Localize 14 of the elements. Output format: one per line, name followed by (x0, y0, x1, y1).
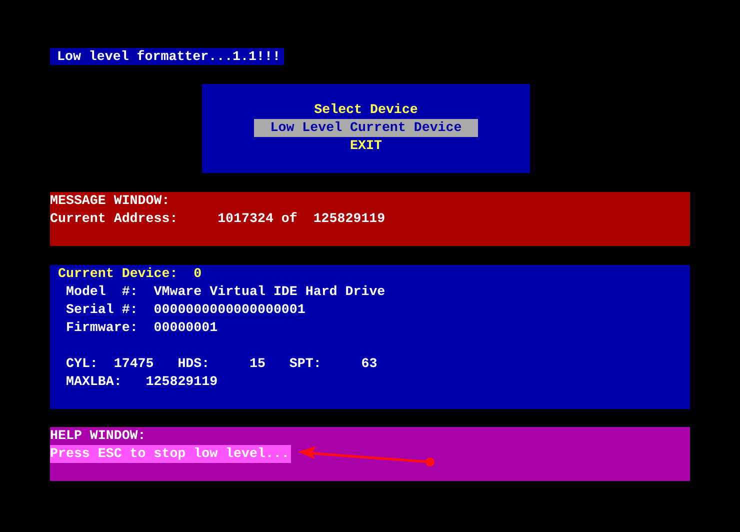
help-heading: HELP WINDOW: (50, 427, 147, 445)
device-info-line: Model #: VMware Virtual IDE Hard Drive (64, 283, 386, 301)
menu-item[interactable]: EXIT (350, 137, 382, 155)
device-info-line: Firmware: 00000001 (64, 319, 219, 337)
device-info-line: Serial #: 0000000000000000001 (64, 301, 306, 319)
help-text: Press ESC to stop low level... (50, 445, 292, 463)
message-heading: MESSAGE WINDOW: (50, 192, 171, 210)
message-line: Current Address: 1017324 of 125829119 (50, 210, 386, 228)
device-geometry-line: CYL: 17475 HDS: 15 SPT: 63 (64, 355, 378, 373)
menu-item[interactable]: Select Device (314, 101, 418, 119)
device-heading: Current Device: 0 (58, 265, 203, 283)
device-geometry-line: MAXLBA: 125829119 (64, 373, 219, 391)
app-title: Low level formatter...1.1!!! (50, 48, 284, 65)
menu-item[interactable]: Low Level Current Device (254, 119, 478, 137)
